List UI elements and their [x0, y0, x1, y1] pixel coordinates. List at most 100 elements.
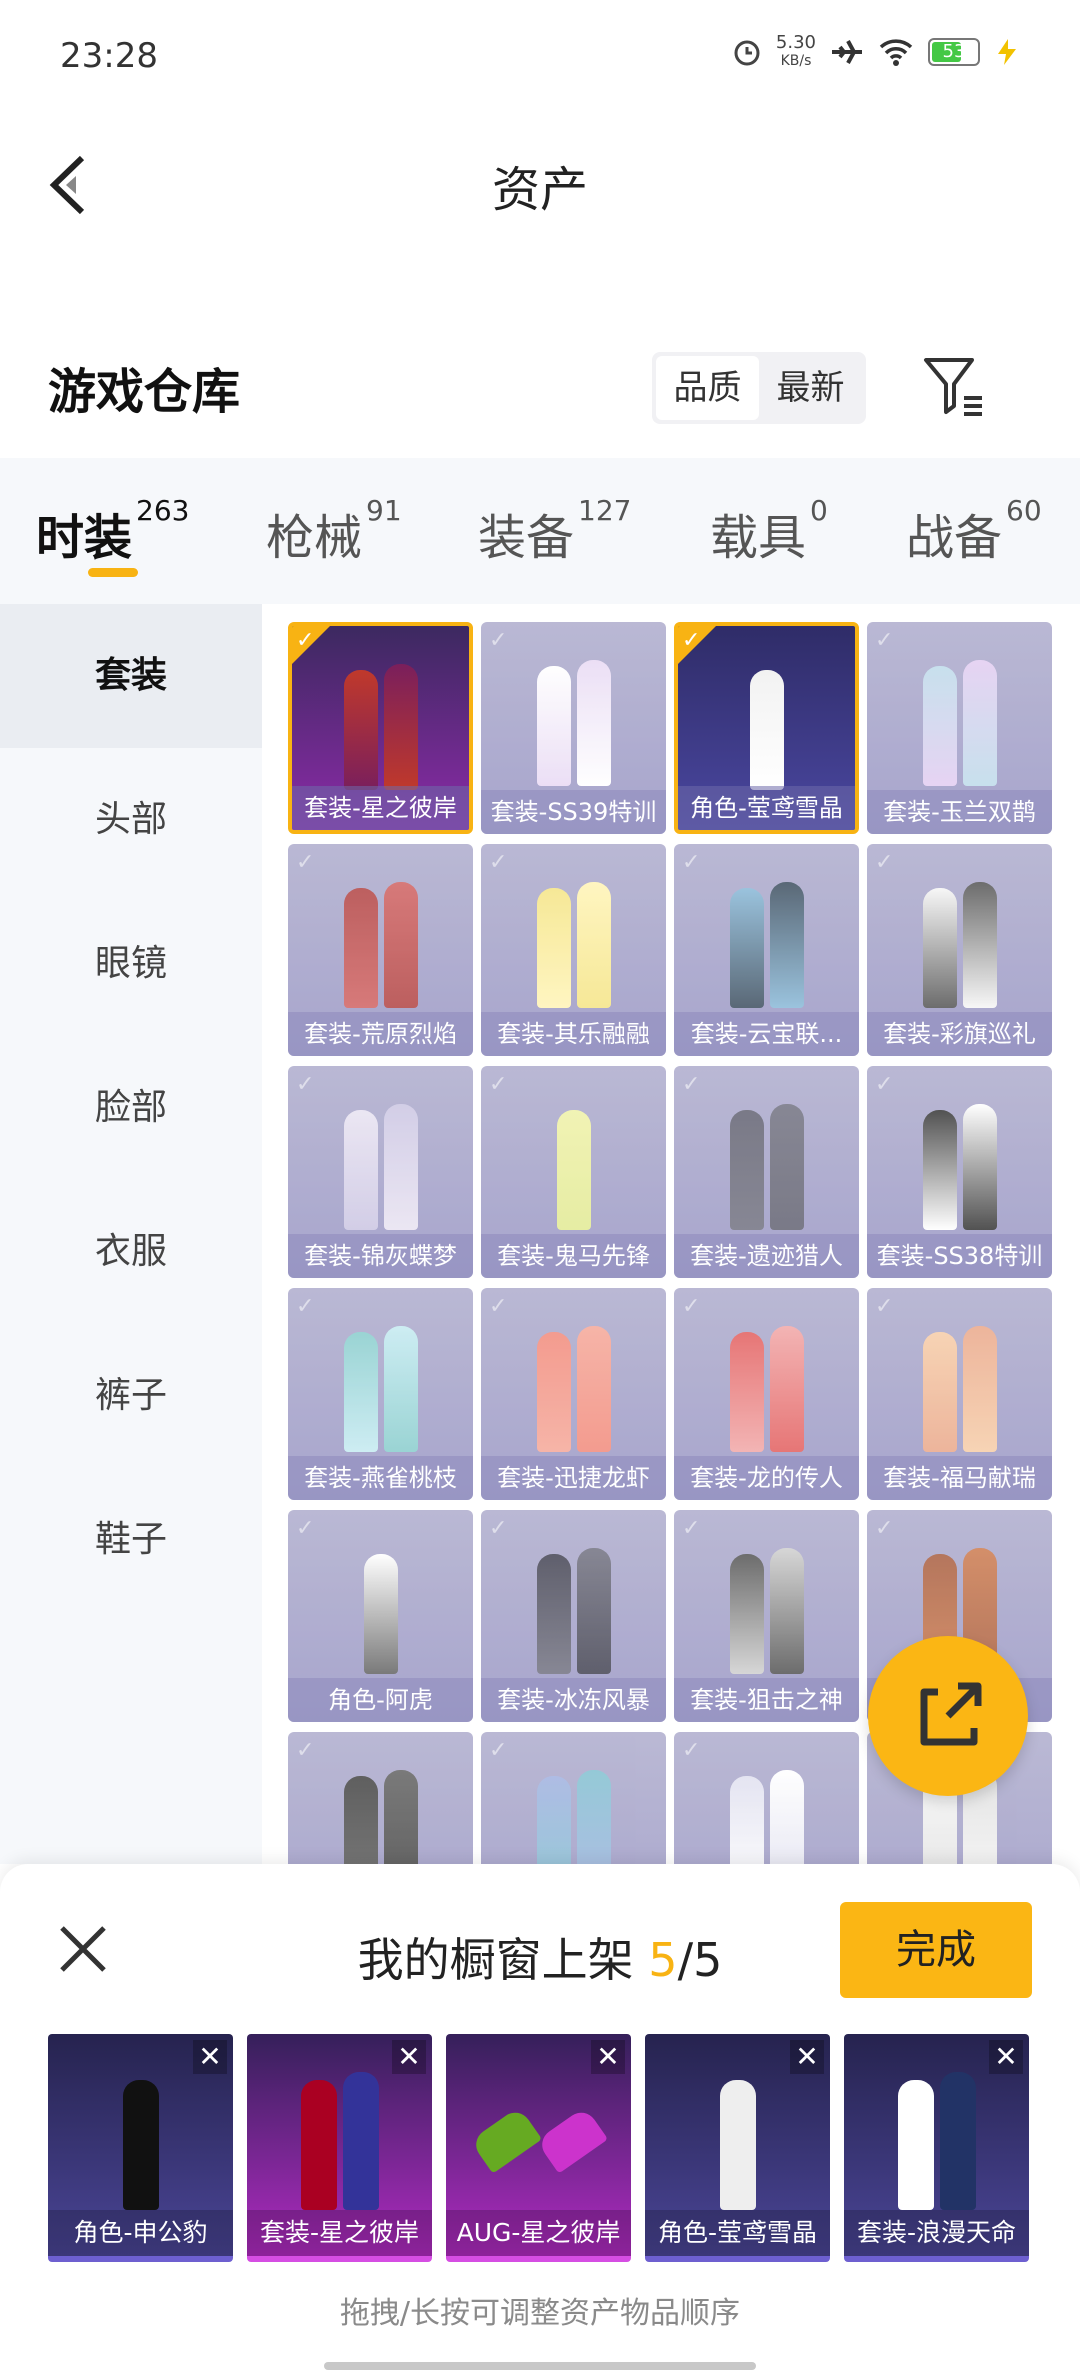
share-external-icon: [920, 1682, 982, 1746]
home-indicator[interactable]: [324, 2362, 756, 2370]
showcase-item-figure: [645, 2050, 830, 2210]
tab-vehicles[interactable]: 载具 0: [710, 494, 828, 568]
grid-item[interactable]: ✓ 套装-福马献瑞: [867, 1288, 1052, 1500]
side-item-clothes[interactable]: 衣服: [0, 1180, 262, 1324]
showcase-item-label: 套装-浪漫天命: [844, 2210, 1029, 2256]
item-figure: [867, 636, 1052, 786]
sort-by-quality[interactable]: 品质: [656, 356, 759, 420]
grid-item-label: 角色-莹鸢雪晶: [678, 786, 855, 830]
battery-icon: 53: [928, 38, 980, 66]
grid-item[interactable]: ✓ 套装-荒原烈焰: [288, 844, 473, 1056]
tab-count: 0: [810, 494, 828, 527]
grid-item[interactable]: ✓ 套装-鬼马先锋: [481, 1066, 666, 1278]
hint-text: 拖拽/长按可调整资产物品顺序: [339, 2296, 741, 2331]
showcase-item-label: 角色-莹鸢雪晶: [645, 2210, 830, 2256]
item-figure: [481, 636, 666, 786]
remove-item-icon[interactable]: ✕: [989, 2040, 1023, 2074]
grid-item-label: 角色-阿虎: [288, 1678, 473, 1722]
remove-item-icon[interactable]: ✕: [790, 2040, 824, 2074]
side-item-face[interactable]: 脸部: [0, 1036, 262, 1180]
tab-equipment[interactable]: 装备 127: [478, 494, 631, 568]
battery-level: 53: [942, 41, 966, 62]
grid-item[interactable]: ✓ 角色-阿虎: [288, 1510, 473, 1722]
done-button[interactable]: 完成: [840, 1902, 1032, 1998]
grid-item-label: 套装-鬼马先锋: [481, 1234, 666, 1278]
item-figure: [481, 858, 666, 1008]
showcase-item-figure: [446, 2050, 631, 2210]
net-speed: 5.30 KB/s: [776, 34, 816, 70]
grid-item[interactable]: ✓ 套装-SS38特训: [867, 1066, 1052, 1278]
grid-item[interactable]: ✓ 套装-冰冻风暴: [481, 1510, 666, 1722]
item-figure: [674, 1080, 859, 1230]
grid-item-label: 套装-燕雀桃枝: [288, 1456, 473, 1500]
tab-label: 战备: [906, 510, 1003, 566]
grid-item[interactable]: ✓ 套装-狙击之神: [674, 1510, 859, 1722]
grid-item[interactable]: ✓: [674, 1732, 859, 1864]
side-item-suit[interactable]: 套装: [0, 604, 262, 748]
grid-item-label: 套装-彩旗巡礼: [867, 1012, 1052, 1056]
tab-count: 91: [366, 494, 402, 527]
grid-item[interactable]: ✓ 套装-龙的传人: [674, 1288, 859, 1500]
grid-item[interactable]: ✓: [481, 1732, 666, 1864]
grid-item-label: 套装-其乐融融: [481, 1012, 666, 1056]
remove-item-icon[interactable]: ✕: [392, 2040, 426, 2074]
item-figure: [674, 1746, 859, 1864]
airplane-icon: [832, 40, 862, 64]
tab-count: 263: [136, 494, 190, 527]
grid-item[interactable]: ✓ 套装-燕雀桃枝: [288, 1288, 473, 1500]
remove-item-icon[interactable]: ✕: [591, 2040, 625, 2074]
side-item-shoes[interactable]: 鞋子: [0, 1468, 262, 1612]
grid-item-label: 套装-遗迹猎人: [674, 1234, 859, 1278]
remove-item-icon[interactable]: ✕: [193, 2040, 227, 2074]
warehouse-title: 游戏仓库: [48, 364, 241, 420]
grid-item-label: 套装-狙击之神: [674, 1678, 859, 1722]
tab-label: 载具: [710, 510, 807, 566]
grid-item-label: 套装-玉兰双鹊: [867, 790, 1052, 834]
side-item-head[interactable]: 头部: [0, 748, 262, 892]
alarm-icon: [734, 40, 760, 66]
tab-fashion[interactable]: 时装 263: [36, 494, 189, 568]
tab-label: 枪械: [266, 510, 363, 566]
status-time: 23:28: [60, 36, 158, 76]
tab-count: 60: [1006, 494, 1042, 527]
item-figure: [674, 1524, 859, 1674]
grid-item-label: 套装-SS39特训: [481, 790, 666, 834]
showcase-title-text: 我的橱窗上架: [357, 1933, 634, 1987]
grid-item[interactable]: ✓ 套装-其乐融融: [481, 844, 666, 1056]
share-button[interactable]: [868, 1636, 1028, 1796]
filter-button[interactable]: [918, 350, 990, 422]
side-nav: 套装 头部 眼镜 脸部 衣服 裤子 鞋子: [0, 604, 262, 1864]
side-item-pants[interactable]: 裤子: [0, 1324, 262, 1468]
item-figure: [678, 640, 855, 790]
grid-item[interactable]: ✓ 角色-莹鸢雪晶: [674, 622, 859, 834]
showcase-slot[interactable]: ✕ 角色-莹鸢雪晶: [645, 2034, 830, 2262]
showcase-slot[interactable]: ✕ AUG-星之彼岸: [446, 2034, 631, 2262]
grid-item[interactable]: ✓ 套装-SS39特训: [481, 622, 666, 834]
grid-item[interactable]: ✓: [288, 1732, 473, 1864]
grid-item[interactable]: ✓ 套装-遗迹猎人: [674, 1066, 859, 1278]
filter-icon: [924, 358, 982, 416]
tab-firearms[interactable]: 枪械 91: [266, 494, 402, 568]
grid-item[interactable]: ✓ 套装-锦灰蝶梦: [288, 1066, 473, 1278]
grid-item[interactable]: ✓ 套装-云宝联...: [674, 844, 859, 1056]
net-speed-value: 5.30: [775, 32, 816, 53]
tab-combat-gear[interactable]: 战备 60: [906, 494, 1042, 568]
grid-item[interactable]: ✓ 套装-星之彼岸: [288, 622, 473, 834]
item-figure: [288, 858, 473, 1008]
showcase-item-label: 角色-申公豹: [48, 2210, 233, 2256]
grid-item-label: 套装-星之彼岸: [292, 786, 469, 830]
showcase-slot[interactable]: ✕ 套装-浪漫天命: [844, 2034, 1029, 2262]
showcase-item-label: AUG-星之彼岸: [446, 2210, 631, 2256]
sort-by-latest[interactable]: 最新: [759, 356, 862, 420]
item-figure: [867, 1080, 1052, 1230]
status-icons: 5.30 KB/s 53: [732, 34, 1020, 70]
showcase-slot[interactable]: ✕ 角色-申公豹: [48, 2034, 233, 2262]
grid-item[interactable]: ✓ 套装-迅捷龙虾: [481, 1288, 666, 1500]
category-tabs: 时装 263 枪械 91 装备 127 载具 0 战备 60: [0, 458, 1080, 604]
side-item-glasses[interactable]: 眼镜: [0, 892, 262, 1036]
item-figure: [481, 1524, 666, 1674]
grid-item[interactable]: ✓ 套装-彩旗巡礼: [867, 844, 1052, 1056]
item-figure: [481, 1080, 666, 1230]
showcase-slot[interactable]: ✕ 套装-星之彼岸: [247, 2034, 432, 2262]
grid-item[interactable]: ✓ 套装-玉兰双鹊: [867, 622, 1052, 834]
